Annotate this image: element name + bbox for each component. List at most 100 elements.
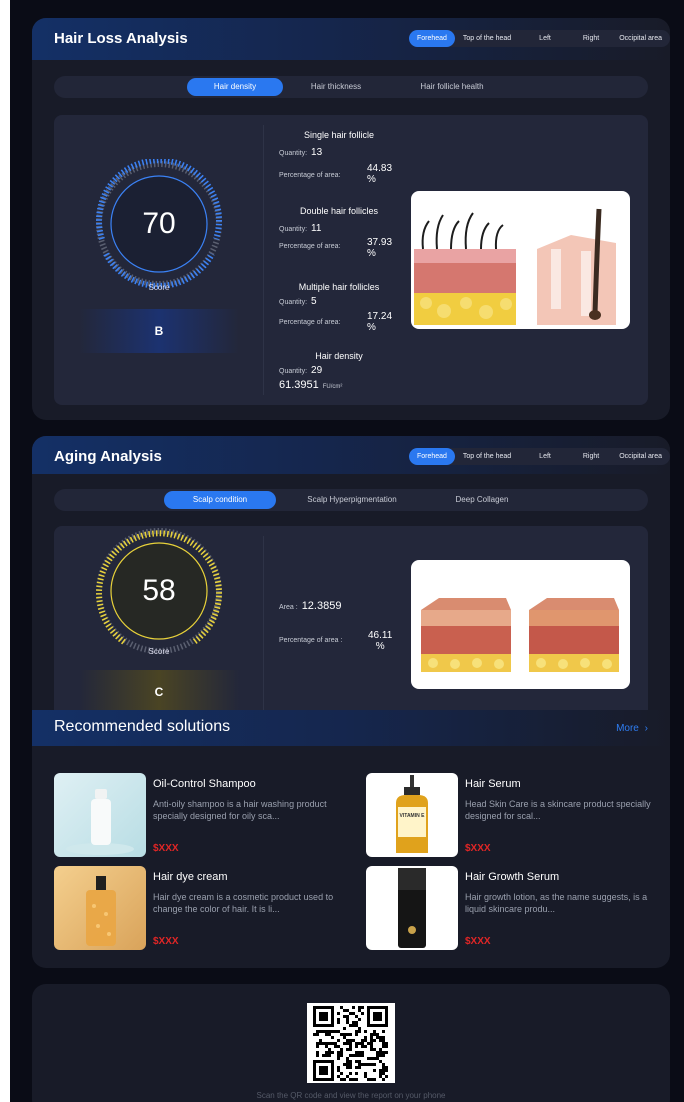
product-name: Oil-Control Shampoo [153, 778, 256, 790]
double-percentage-value: 37.93 [367, 237, 393, 248]
hair-density-value: 61.3951 [279, 379, 319, 391]
scalp-blocks-illustration [421, 598, 619, 672]
product-card[interactable]: Hair Growth Serum Hair growth lotion, as… [366, 866, 656, 952]
product-description: Anti-oily shampoo is a hair washing prod… [153, 799, 327, 821]
product-description: Hair dye cream is a cosmetic product use… [153, 892, 334, 914]
chevron-right-icon: › [644, 723, 648, 734]
aging-area-label: Area : [279, 604, 298, 611]
product-card[interactable]: VITAMIN E Hair Serum Head Skin Care is a… [366, 773, 656, 859]
hair-loss-title: Hair Loss Analysis [54, 30, 188, 47]
aging-percentage-label: Percentage of area : [279, 637, 343, 644]
hair-density-panel: 70 Score B Single hair follicle Quantity… [54, 115, 648, 405]
multiple-follicle-percentage-label: Percentage of area: [279, 319, 341, 326]
single-follicle-percentage: 44.83 % [367, 163, 392, 185]
hair-follicle-illustration [411, 191, 630, 329]
product-card[interactable]: Hair dye cream Hair dye cream is a cosme… [54, 866, 344, 952]
multiple-percentage-unit: % [367, 322, 376, 333]
aging-title: Aging Analysis [54, 448, 162, 465]
multiple-follicle-percentage: 17.24 % [367, 311, 392, 333]
aging-percentage-unit: % [375, 641, 385, 652]
multiple-percentage-value: 17.24 [367, 311, 393, 322]
hair-score-value: 70 [142, 207, 176, 240]
aging-area-row: Area :12.3859 [279, 600, 341, 612]
product-price: $XXX [153, 843, 179, 854]
qr-code-icon [313, 1006, 388, 1081]
single-quantity-label: Quantity: [279, 150, 308, 157]
aging-metric-tabs: Scalp condition Scalp Hyperpigmentation … [54, 489, 648, 511]
double-follicle-title: Double hair follicles [299, 206, 379, 216]
aging-card: Aging Analysis Forehead Top of the head … [32, 436, 670, 968]
region-tab-right[interactable]: Right [571, 30, 611, 47]
single-percentage-value: 44.83 [367, 163, 393, 174]
aging-score-label: Score [148, 647, 170, 656]
tab-hair-thickness[interactable]: Hair thickness [290, 78, 382, 96]
aging-region-tab-left[interactable]: Left [519, 448, 571, 465]
multiple-quantity-label: Quantity: [279, 299, 308, 306]
hair-loss-region-tabs: Forehead Top of the head Left Right Occi… [408, 30, 670, 47]
hair-serum-product-image: VITAMIN E [366, 773, 458, 857]
serum-bottle-icon: VITAMIN E [396, 775, 428, 853]
aging-region-tab-top-of-head[interactable]: Top of the head [455, 448, 519, 465]
hair-density-quantity: Quantity: 29 [279, 365, 322, 376]
product-description: Hair growth lotion, as the name suggests… [465, 892, 648, 914]
multiple-quantity-value: 5 [311, 296, 317, 307]
qr-card: Scan the QR code and view the report on … [32, 984, 670, 1102]
hair-panel-divider [263, 125, 264, 395]
aging-header: Aging Analysis Forehead Top of the head … [32, 436, 670, 474]
aging-region-tab-forehead[interactable]: Forehead [408, 448, 455, 465]
aging-grade-badge: C [79, 670, 239, 714]
aging-region-tab-right[interactable]: Right [571, 448, 611, 465]
more-link[interactable]: More › [616, 723, 648, 734]
qr-caption: Scan the QR code and view the report on … [256, 1091, 446, 1100]
recommended-title: Recommended solutions [54, 718, 231, 735]
hair-density-value-row: 61.3951 FU/cm² [279, 379, 342, 391]
scalp-layers-illustration [411, 560, 630, 689]
tab-hair-density[interactable]: Hair density [187, 78, 283, 96]
tab-hair-follicle-health[interactable]: Hair follicle health [400, 78, 504, 96]
more-label: More [616, 723, 639, 734]
serum-bottle-label: VITAMIN E [400, 813, 426, 819]
single-follicle-percentage-label: Percentage of area: [279, 172, 341, 179]
aging-score-gauge: 58 [94, 526, 224, 656]
skin-layers-illustration [414, 208, 616, 325]
double-follicle-percentage: 37.93 % [367, 237, 392, 259]
hair-dye-product-image [54, 866, 146, 950]
single-follicle-title: Single hair follicle [303, 130, 375, 140]
double-follicle-quantity: Quantity: 11 [279, 223, 321, 234]
hair-density-unit: FU/cm² [322, 384, 343, 390]
scalp-condition-panel: 58 Score C Area :12.3859 Percentage of a… [54, 526, 648, 726]
tab-scalp-hyperpigmentation[interactable]: Scalp Hyperpigmentation [290, 491, 414, 509]
region-tab-occipital[interactable]: Occipital area [611, 30, 670, 47]
multiple-follicle-quantity: Quantity: 5 [279, 296, 317, 307]
aging-percentage-value: 46.11 [368, 630, 393, 641]
aging-region-tab-occipital[interactable]: Occipital area [611, 448, 670, 465]
tab-deep-collagen[interactable]: Deep Collagen [434, 491, 530, 509]
region-tab-left[interactable]: Left [519, 30, 571, 47]
hair-score-label: Score [148, 283, 170, 292]
single-percentage-unit: % [367, 174, 376, 185]
growth-serum-product-image [366, 866, 458, 950]
shampoo-product-image [54, 773, 146, 857]
tab-scalp-condition[interactable]: Scalp condition [164, 491, 276, 509]
single-quantity-value: 13 [311, 147, 323, 158]
product-name: Hair Growth Serum [465, 871, 560, 883]
region-tab-top-of-head[interactable]: Top of the head [455, 30, 519, 47]
double-quantity-value: 11 [311, 223, 322, 234]
product-card[interactable]: Oil-Control Shampoo Anti-oily shampoo is… [54, 773, 344, 859]
aging-percentage: 46.11 % [368, 630, 392, 652]
hair-loss-metric-tabs: Hair density Hair thickness Hair follicl… [54, 76, 648, 98]
qr-code[interactable] [307, 1003, 395, 1083]
hair-score-gauge: 70 [94, 157, 224, 289]
hair-loss-header: Hair Loss Analysis Forehead Top of the h… [32, 18, 670, 60]
region-tab-forehead[interactable]: Forehead [408, 30, 455, 47]
hair-loss-card: Hair Loss Analysis Forehead Top of the h… [32, 18, 670, 420]
recommended-header: Recommended solutions More › [32, 710, 670, 746]
hair-density-title: Hair density [315, 351, 363, 361]
aging-region-tabs: Forehead Top of the head Left Right Occi… [408, 448, 670, 465]
product-description: Head Skin Care is a skincare product spe… [465, 799, 651, 821]
multiple-follicle-title: Multiple hair follicles [298, 282, 380, 292]
aging-area-value: 12.3859 [301, 600, 342, 612]
double-quantity-label: Quantity: [279, 226, 308, 233]
density-quantity-label: Quantity: [279, 368, 308, 375]
hair-grade-badge: B [79, 309, 239, 353]
